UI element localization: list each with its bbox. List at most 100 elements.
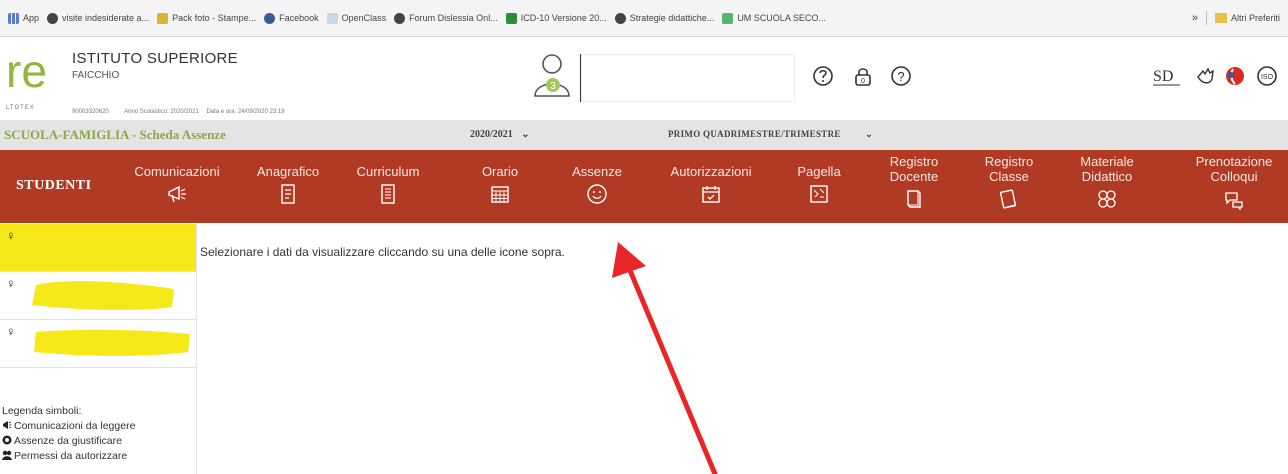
nav-anagrafico[interactable]: Anagrafico [244, 150, 332, 237]
photo-icon [157, 12, 169, 24]
instruction-message: Selezionare i dati da visualizzare clicc… [200, 245, 565, 259]
school-year-label: Anno Scolastico: 2020/2021 [124, 109, 199, 115]
nav-label: Curriculum [356, 164, 420, 179]
user-selector-field[interactable] [580, 54, 795, 102]
nav-label: Materiale Didattico [1080, 154, 1134, 184]
logo-text: re [6, 49, 47, 97]
bookmark-label: Forum Dislessia Onl... [409, 13, 498, 23]
bookmark-icon [722, 12, 734, 24]
nav-label: Anagrafico [256, 164, 320, 179]
student-name-redaction [0, 224, 196, 271]
app-header: re LTOTEX ISTITUTO SUPERIORE FAICCHIO 90… [0, 37, 1288, 119]
permission-icon [2, 450, 12, 460]
materials-icon [1098, 190, 1116, 208]
nav-assenze[interactable]: Assenze [564, 150, 630, 237]
book-icon [907, 190, 921, 208]
question-icon[interactable]: ? [890, 65, 912, 87]
legend-label: Permessi da autorizzare [14, 450, 128, 462]
school-code: 90003320620 [72, 109, 109, 115]
legend-item: Assenze da giustificare [2, 434, 135, 449]
chevron-down-icon: ⌄ [521, 129, 530, 140]
nav-pagella[interactable]: Pagella [782, 150, 856, 237]
bookmark-um-scuola[interactable]: UM SCUOLA SECO... [722, 12, 826, 24]
sd-text: SD [1153, 68, 1173, 85]
bookmark-label: OpenClass [341, 13, 387, 23]
bookmark-icd10[interactable]: ICD-10 Versione 20... [505, 12, 607, 24]
iso-icon[interactable]: ISO [1256, 65, 1278, 87]
openclass-icon [326, 12, 338, 24]
nav-label: Assenze [572, 164, 622, 179]
globe-icon [614, 12, 626, 24]
nav-label: Orario [481, 164, 519, 179]
bookmark-visite[interactable]: visite indesiderate a... [47, 12, 150, 24]
chat-bubbles-icon [1225, 192, 1243, 210]
nav-registro-classe[interactable]: Registro Classe [970, 150, 1048, 227]
document-icon [381, 184, 395, 204]
student-row[interactable]: ♀ [0, 224, 196, 272]
datetime-label: Data e ora: 24/09/2020 23:19 [206, 109, 285, 115]
globe-icon [47, 12, 59, 24]
globe-icon [394, 12, 406, 24]
svg-text:?: ? [897, 69, 904, 84]
bookmark-facebook[interactable]: Facebook [264, 12, 319, 24]
student-name-redaction [32, 281, 174, 311]
nav-label: Prenotazione Colloqui [1195, 154, 1273, 184]
hand-icon[interactable] [1194, 65, 1216, 87]
school-year-select[interactable]: 2020/2021 ⌄ [470, 129, 530, 140]
legend-item: Comunicazioni da leggere [2, 419, 135, 434]
folder-icon [1214, 13, 1227, 23]
iso-text: ISO [1261, 74, 1274, 81]
bookmark-label: Pack foto - Stampe... [172, 13, 257, 23]
calendar-check-icon [702, 186, 720, 203]
user-icon[interactable]: 3 [532, 52, 572, 98]
nav-label: Autorizzazioni [670, 164, 752, 179]
legend-title: Legenda simboli: [2, 405, 82, 417]
bookmark-label: UM SCUOLA SECO... [737, 13, 826, 23]
bookmark-strategie[interactable]: Strategie didattiche... [614, 12, 715, 24]
bookmarks-bar: App visite indesiderate a... Pack foto -… [0, 0, 1288, 37]
bookmark-openclass[interactable]: OpenClass [326, 12, 387, 24]
svg-text:0: 0 [861, 78, 865, 85]
student-row[interactable]: ♀ [0, 320, 196, 368]
nav-autorizzazioni[interactable]: Autorizzazioni [652, 150, 770, 237]
lock-icon[interactable]: 0 [852, 65, 874, 87]
period-value: PRIMO QUADRIMESTRE/TRIMESTRE [668, 129, 841, 139]
flag-icon[interactable] [1224, 65, 1246, 87]
nav-label: Comunicazioni [134, 164, 220, 179]
bookmark-pack-foto[interactable]: Pack foto - Stampe... [157, 12, 257, 24]
nav-registro-docente[interactable]: Registro Docente [872, 150, 956, 227]
bookmarks-other-folder[interactable]: Altri Preferiti [1231, 13, 1280, 23]
nav-label: Pagella [797, 164, 841, 179]
bookmark-forum-dislessia[interactable]: Forum Dislessia Onl... [394, 12, 498, 24]
tablet-icon [999, 189, 1017, 209]
help-circle-icon[interactable] [812, 65, 834, 87]
period-select[interactable]: PRIMO QUADRIMESTRE/TRIMESTRE ⌄ [668, 129, 873, 140]
school-name: ISTITUTO SUPERIORE [72, 50, 238, 67]
bookmarks-more-button[interactable]: » [1192, 12, 1198, 24]
bookmark-label: App [23, 13, 40, 23]
legend-label: Assenze da giustificare [14, 435, 122, 447]
facebook-icon [264, 12, 276, 24]
legend-label: Comunicazioni da leggere [14, 420, 136, 432]
school-year-value: 2020/2021 [470, 129, 513, 140]
students-label: STUDENTI [16, 178, 92, 193]
nav-materiale-didattico[interactable]: Materiale Didattico [1068, 150, 1146, 227]
bookmark-label: ICD-10 Versione 20... [520, 13, 607, 23]
page-title: SCUOLA-FAMIGLIA - Scheda Assenze [4, 127, 226, 142]
alert-icon [2, 435, 12, 445]
bookmark-label: Facebook [279, 13, 319, 23]
logo-subtitle: LTOTEX [6, 105, 35, 111]
bookmark-label: visite indesiderate a... [62, 13, 150, 23]
smiley-icon [587, 184, 607, 204]
student-name-redaction [34, 329, 190, 356]
bookmark-label: Strategie didattiche... [629, 13, 715, 23]
student-row[interactable]: ♀ [0, 272, 196, 320]
sd-icon[interactable]: SD [1152, 65, 1186, 87]
re-logo: re [6, 49, 47, 97]
school-city: FAICCHIO [72, 70, 120, 81]
nav-orario[interactable]: Orario [470, 150, 530, 237]
nav-prenotazione-colloqui[interactable]: Prenotazione Colloqui [1180, 150, 1288, 227]
bookmark-apps[interactable]: App [8, 12, 40, 24]
chevron-down-icon: ⌄ [865, 129, 874, 139]
nav-curriculum[interactable]: Curriculum [344, 150, 432, 237]
